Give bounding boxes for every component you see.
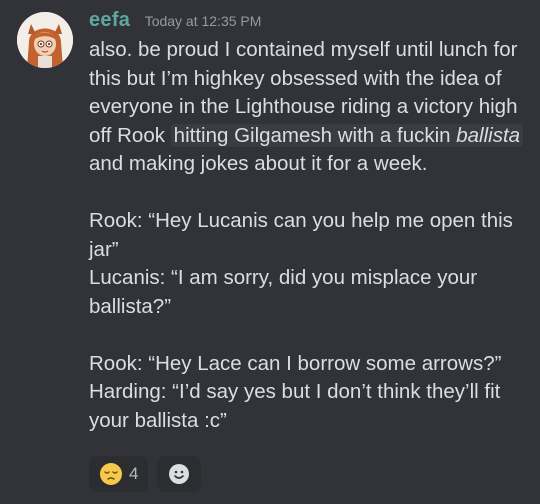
dialogue-line: Rook: “Hey Lace can I borrow some arrows… (89, 351, 502, 375)
dialogue-line: Lucanis: “I am sorry, did you misplace y… (89, 266, 478, 318)
spoiler-emphasis: ballista (456, 123, 521, 147)
reactions-bar: 4 (89, 456, 202, 492)
pensive-face-icon (100, 463, 122, 485)
reaction-count: 4 (129, 464, 139, 483)
add-reaction-icon (169, 464, 190, 484)
reaction-pensive[interactable]: 4 (89, 456, 149, 492)
spoiler-text-plain: hitting Gilgamesh with a fuckin (173, 123, 457, 147)
username[interactable]: eefa (89, 9, 130, 31)
dialogue-line: Harding: “I’d say yes but I don’t think … (89, 380, 501, 432)
message-text-end: and making jokes about it for a week. (89, 152, 428, 175)
message-header: eefa Today at 12:35 PM (89, 9, 261, 32)
dialogue-line: Rook: “Hey Lucanis can you help me open … (89, 209, 513, 261)
message-content: also. be proud I contained myself until … (89, 36, 525, 435)
spoiler-text[interactable]: hitting Gilgamesh with a fuckin ballista (170, 123, 524, 147)
timestamp: Today at 12:35 PM (144, 13, 262, 29)
avatar-illustration (17, 12, 73, 68)
message-paragraph: also. be proud I contained myself until … (89, 36, 525, 179)
avatar[interactable] (17, 12, 73, 68)
add-reaction-button[interactable] (157, 456, 202, 492)
chat-message: eefa Today at 12:35 PM also. be proud I … (0, 0, 540, 504)
